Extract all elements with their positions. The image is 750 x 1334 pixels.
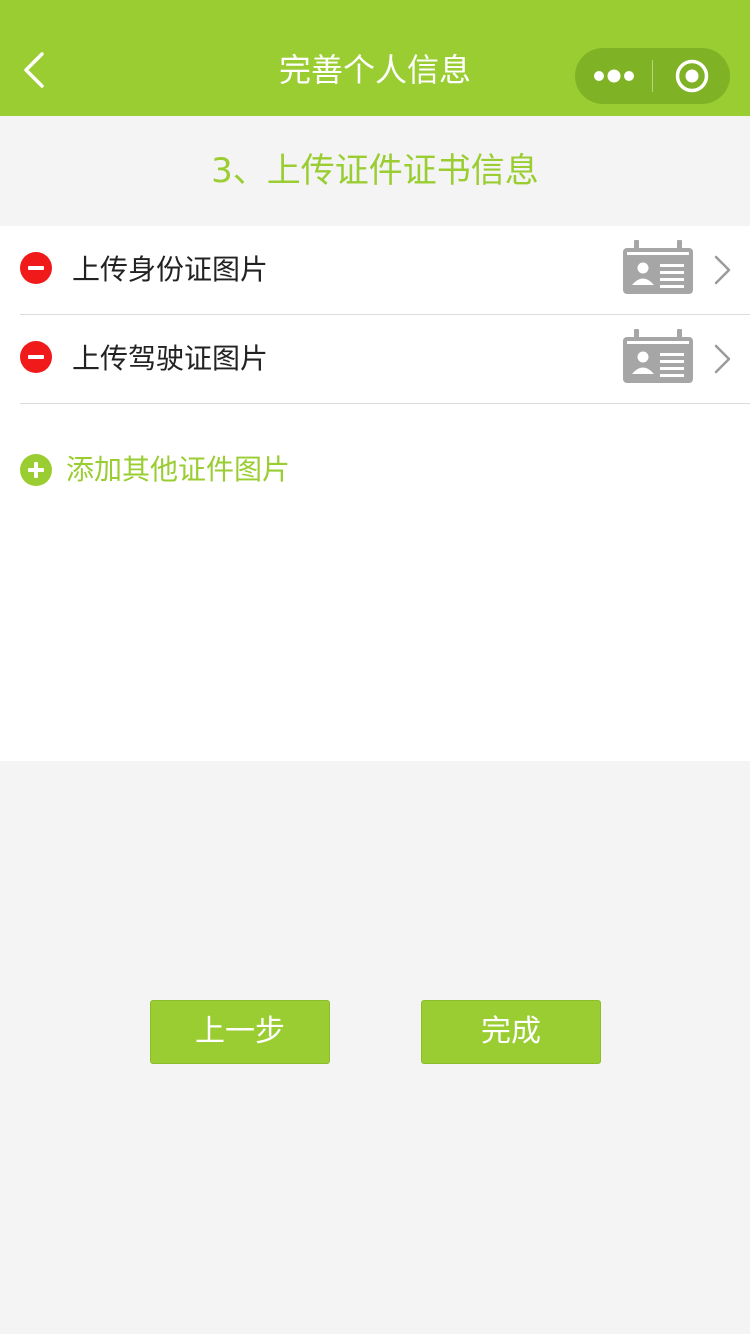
upload-row-label: 上传驾驶证图片 — [72, 342, 269, 375]
upload-row-id-card[interactable]: 上传身份证图片 — [0, 226, 750, 315]
minus-circle-icon[interactable] — [20, 252, 52, 284]
chevron-right-icon — [714, 344, 731, 374]
nav-bar: 完善个人信息 — [0, 0, 750, 116]
row-divider — [20, 403, 750, 404]
close-mini-program-button[interactable] — [653, 48, 730, 104]
more-dots-icon — [593, 69, 634, 83]
step-header: 3、上传证件证书信息 — [0, 116, 750, 226]
previous-step-button[interactable]: 上一步 — [150, 1000, 330, 1064]
upload-panel: 上传身份证图片 上传驾驶证图片 添加其他证件图片 — [0, 226, 750, 761]
add-other-label: 添加其他证件图片 — [66, 453, 291, 486]
more-button[interactable] — [575, 48, 652, 104]
id-card-icon — [623, 240, 693, 294]
upload-row-label: 上传身份证图片 — [72, 253, 269, 286]
chevron-right-icon — [714, 255, 731, 285]
page: 完善个人信息 3、上传证件证书信息 上传身份证图片 上传驾驶证图片 添加其他证件… — [0, 0, 750, 1334]
minus-circle-icon[interactable] — [20, 341, 52, 373]
id-card-icon — [623, 329, 693, 383]
mini-program-capsule — [575, 48, 730, 104]
target-circle-icon — [675, 59, 708, 93]
plus-circle-icon — [20, 454, 52, 486]
upload-row-driver-license[interactable]: 上传驾驶证图片 — [0, 315, 750, 404]
step-title: 3、上传证件证书信息 — [211, 151, 539, 191]
finish-button[interactable]: 完成 — [421, 1000, 601, 1064]
add-other-document-button[interactable]: 添加其他证件图片 — [20, 450, 290, 490]
